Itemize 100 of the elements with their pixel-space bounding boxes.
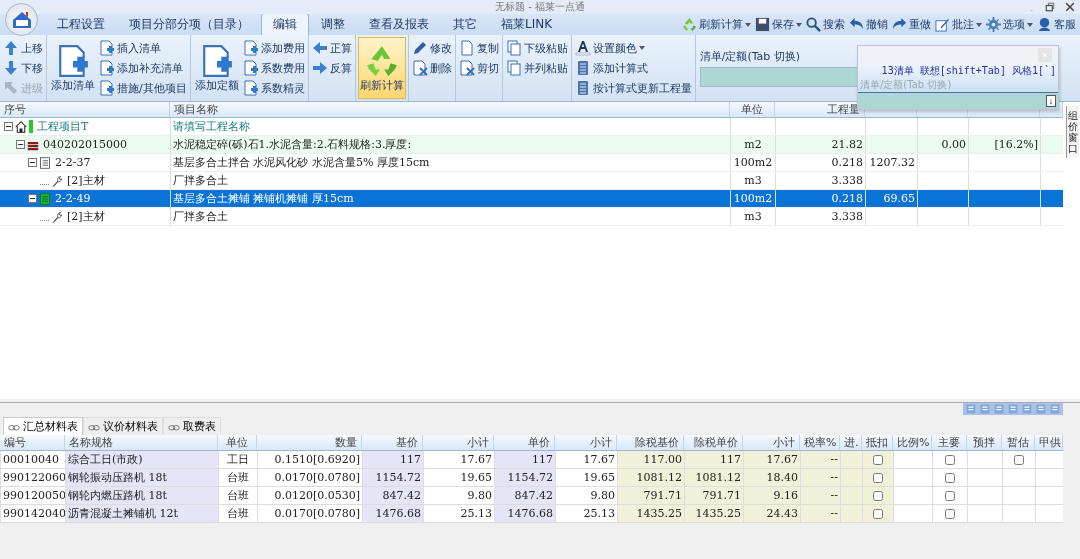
table-cell: 3.338 xyxy=(775,172,865,189)
checkbox[interactable] xyxy=(1014,454,1024,465)
ribbon-button[interactable]: 措施/其他项目 xyxy=(98,78,188,98)
table-cell: 1081.12 xyxy=(617,469,684,486)
toolbar-button[interactable]: 搜索 xyxy=(804,17,847,32)
table-cell: 1476.68 xyxy=(494,505,555,522)
checkbox[interactable] xyxy=(873,472,883,483)
ribbon-button[interactable]: 添加计算式 xyxy=(573,58,693,78)
table-cell: 1476.68 xyxy=(362,505,423,522)
column-header: 比例% xyxy=(893,435,932,450)
column-header: 预拌 xyxy=(967,435,1002,450)
checkbox[interactable] xyxy=(945,508,955,519)
table-cell: 1435.25 xyxy=(617,505,684,522)
table-cell: m3 xyxy=(730,172,775,189)
page-x-icon xyxy=(458,60,475,76)
tree-row[interactable]: 040202015000 水泥稳定碎(砾)石1.水泥含量:2.石料规格:3.厚度: m2 21.82 0.00 [16.2%] xyxy=(0,136,1063,154)
restore-icon xyxy=(1044,1,1056,13)
checkbox[interactable] xyxy=(945,472,955,483)
page-plus-icon xyxy=(242,40,259,56)
ribbon-button[interactable]: 下级粘贴 xyxy=(504,38,569,58)
search-icon xyxy=(806,17,821,32)
menu-tab[interactable]: 编辑 xyxy=(261,13,309,35)
menu-tab[interactable]: 其它 xyxy=(441,13,489,35)
tool-icon xyxy=(966,404,976,414)
column-header: 税率% xyxy=(800,435,840,450)
column-header: 抵扣 xyxy=(862,435,893,450)
pencil-icon xyxy=(411,40,428,56)
collapse-icon[interactable] xyxy=(16,140,25,149)
menu-tab[interactable]: 工程设置 xyxy=(45,13,117,35)
ribbon-button[interactable]: 删除 xyxy=(410,58,453,78)
table-cell: m2 xyxy=(730,136,775,153)
menu-tab[interactable]: 调整 xyxy=(309,13,357,35)
menu-tab[interactable]: 查看及报表 xyxy=(357,13,441,35)
entry-label: 清单/定额(Tab 切换) xyxy=(699,49,801,64)
menu-tab[interactable]: 项目分部分项（目录） xyxy=(117,13,261,35)
hint-text: 13清单 联想[shift+Tab] 风格1[`] xyxy=(880,64,1057,78)
sheet-tab[interactable]: 取费表 xyxy=(163,417,221,435)
table-cell: -- xyxy=(800,487,840,504)
column-header: 小计 xyxy=(423,435,494,450)
ribbon-button[interactable]: 剪切 xyxy=(457,58,500,78)
toolbar-button[interactable]: 批注 xyxy=(933,17,984,32)
tool-icon xyxy=(1036,404,1046,414)
column-header: 编号 xyxy=(0,435,65,450)
tool-icon xyxy=(1022,404,1032,414)
ribbon-button[interactable]: 设置颜色 xyxy=(573,38,693,58)
collapse-icon[interactable] xyxy=(28,158,37,167)
table-cell: 请填写工程名称 xyxy=(170,118,730,135)
ribbon-button[interactable]: 按计算式更新工程量 xyxy=(573,78,693,98)
checkbox[interactable] xyxy=(873,454,883,465)
side-tab[interactable]: 组价窗口 xyxy=(1066,106,1079,158)
column-header: 小计 xyxy=(743,435,800,450)
ribbon-button[interactable]: 反算 xyxy=(310,58,353,78)
sheet-tab[interactable]: 议价材料表 xyxy=(83,417,163,435)
toolbar-button[interactable]: 客服 xyxy=(1035,17,1078,32)
table-cell: 21.82 xyxy=(775,136,865,153)
ribbon-button[interactable]: 修改 xyxy=(410,38,453,58)
checkbox[interactable] xyxy=(945,454,955,465)
ribbon-button[interactable]: 复制 xyxy=(457,38,500,58)
table-cell: 工日 xyxy=(218,451,257,468)
dropdown-button[interactable]: ↓ xyxy=(1046,95,1056,107)
table-cell: 0.218 xyxy=(775,154,865,171)
toolbar-button[interactable]: 保存 xyxy=(753,17,804,32)
ribbon-button[interactable]: 正算 xyxy=(310,38,353,58)
tree-row[interactable]: 2-2-49 基层多合土摊铺 摊铺机摊铺 厚15cm 100m2 0.218 69.65 xyxy=(0,190,1063,208)
ribbon-button[interactable]: 并列粘贴 xyxy=(504,58,569,78)
toolbar-button[interactable]: 选项 xyxy=(984,17,1035,32)
ribbon-button[interactable]: 添加费用 xyxy=(241,38,306,58)
list-icon xyxy=(39,156,51,169)
checkbox[interactable] xyxy=(945,490,955,501)
tree-row[interactable]: [2]主材 厂拌多合土 m3 3.338 xyxy=(0,208,1063,226)
ribbon-button[interactable]: 系数费用 xyxy=(241,58,306,78)
sheet-tab[interactable]: 汇总材料表 xyxy=(3,417,83,435)
toolbar-button[interactable]: 刷新计算 xyxy=(680,17,753,32)
checkbox[interactable] xyxy=(873,508,883,519)
column-header: 暂估 xyxy=(1002,435,1035,450)
ribbon-button[interactable]: 刷新计算 xyxy=(357,37,406,99)
menu-tab[interactable]: 福莱LINK xyxy=(489,13,565,35)
ribbon-button[interactable]: 添加定额 xyxy=(192,37,241,99)
table-cell: 0.00 xyxy=(917,136,968,153)
ribbon-button[interactable]: 系数精灵 xyxy=(241,78,306,98)
table-cell: 117 xyxy=(684,451,743,468)
tree-row[interactable]: 2-2-37 基层多合土拌合 水泥风化砂 水泥含量5% 厚度15cm 100m2 0.218 1207.32 xyxy=(0,154,1063,172)
ribbon-button[interactable]: 下移 xyxy=(2,58,44,78)
collapse-icon[interactable] xyxy=(28,194,37,203)
collapse-icon[interactable] xyxy=(4,122,13,131)
page-plus-icon xyxy=(56,43,90,78)
ribbon-button[interactable]: 插入清单 xyxy=(98,38,188,58)
table-cell: 钢轮振动压路机 18t xyxy=(65,469,218,486)
checkbox[interactable] xyxy=(873,490,883,501)
table-cell: 厂拌多合土 xyxy=(170,208,730,225)
table-cell: 117.00 xyxy=(617,451,684,468)
table-cell: 9.16 xyxy=(743,487,800,504)
toolbar-button[interactable]: 重做 xyxy=(890,17,933,32)
ribbon-button[interactable]: 上移 xyxy=(2,38,44,58)
note-icon xyxy=(935,17,950,32)
ribbon-button[interactable]: 添加清单 xyxy=(49,37,97,99)
table-cell: 791.71 xyxy=(617,487,684,504)
table-cell: 综合工日(市政) xyxy=(65,451,218,468)
ribbon-button[interactable]: 添加补充清单 xyxy=(98,58,188,78)
toolbar-button[interactable]: 撤销 xyxy=(847,17,890,32)
